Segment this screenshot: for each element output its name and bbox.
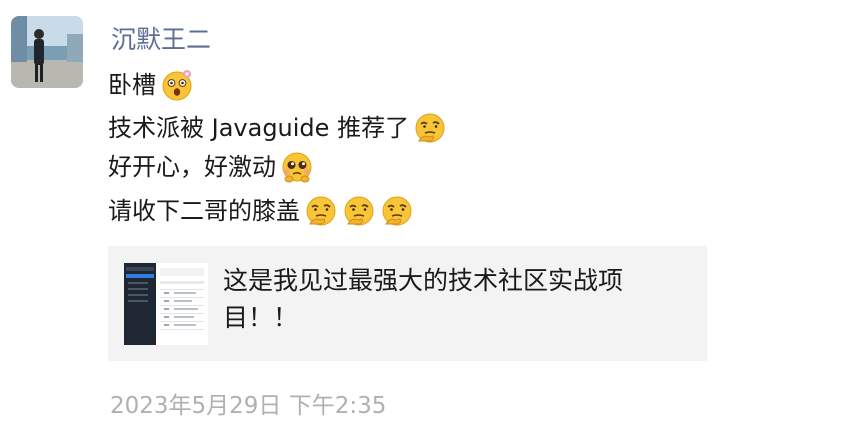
message-line: 技术派被 Javaguide 推荐了 xyxy=(108,110,447,146)
link-card-title[interactable]: 这是我见过最强大的技术社区实战项目！！ xyxy=(223,262,693,336)
link-card[interactable]: 这是我见过最强大的技术社区实战项目！！ xyxy=(108,246,707,361)
hand-on-chin-emoji-icon xyxy=(304,194,338,228)
shocked-emoji-icon xyxy=(160,68,194,102)
message-text: 好开心，好激动 xyxy=(108,153,276,181)
link-thumbnail xyxy=(124,263,208,345)
message-line: 卧槽 xyxy=(108,67,194,103)
message-text: 技术派被 Javaguide 推荐了 xyxy=(108,114,410,142)
hand-on-chin-emoji-icon xyxy=(380,194,414,228)
avatar[interactable] xyxy=(11,16,83,88)
timestamp: 2023年5月29日 下午2:35 xyxy=(110,393,387,419)
message-text: 卧槽 xyxy=(108,71,156,99)
message-line: 请收下二哥的膝盖 xyxy=(108,193,414,229)
pleading-emoji-icon xyxy=(280,150,314,184)
sender-name[interactable]: 沉默王二 xyxy=(111,20,211,56)
hand-on-chin-emoji-icon xyxy=(342,194,376,228)
message-line: 好开心，好激动 xyxy=(108,149,314,185)
message-text: 请收下二哥的膝盖 xyxy=(108,197,300,225)
hand-on-chin-emoji-icon xyxy=(413,111,447,145)
